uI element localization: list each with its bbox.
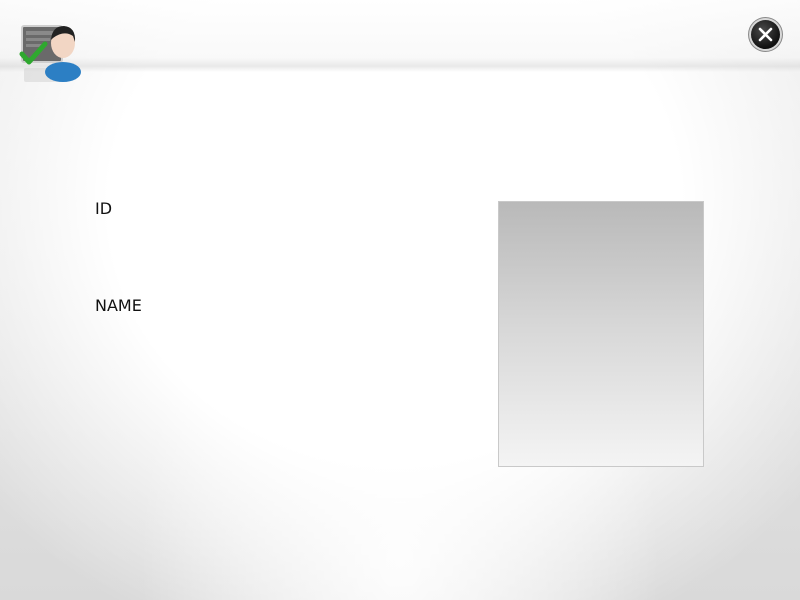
header-bar <box>0 0 800 72</box>
close-icon <box>758 27 773 42</box>
name-label: NAME <box>95 296 142 315</box>
close-button[interactable] <box>751 20 780 49</box>
photo-placeholder <box>498 201 704 467</box>
id-label: ID <box>95 199 113 218</box>
user-id-check-icon <box>18 22 88 84</box>
